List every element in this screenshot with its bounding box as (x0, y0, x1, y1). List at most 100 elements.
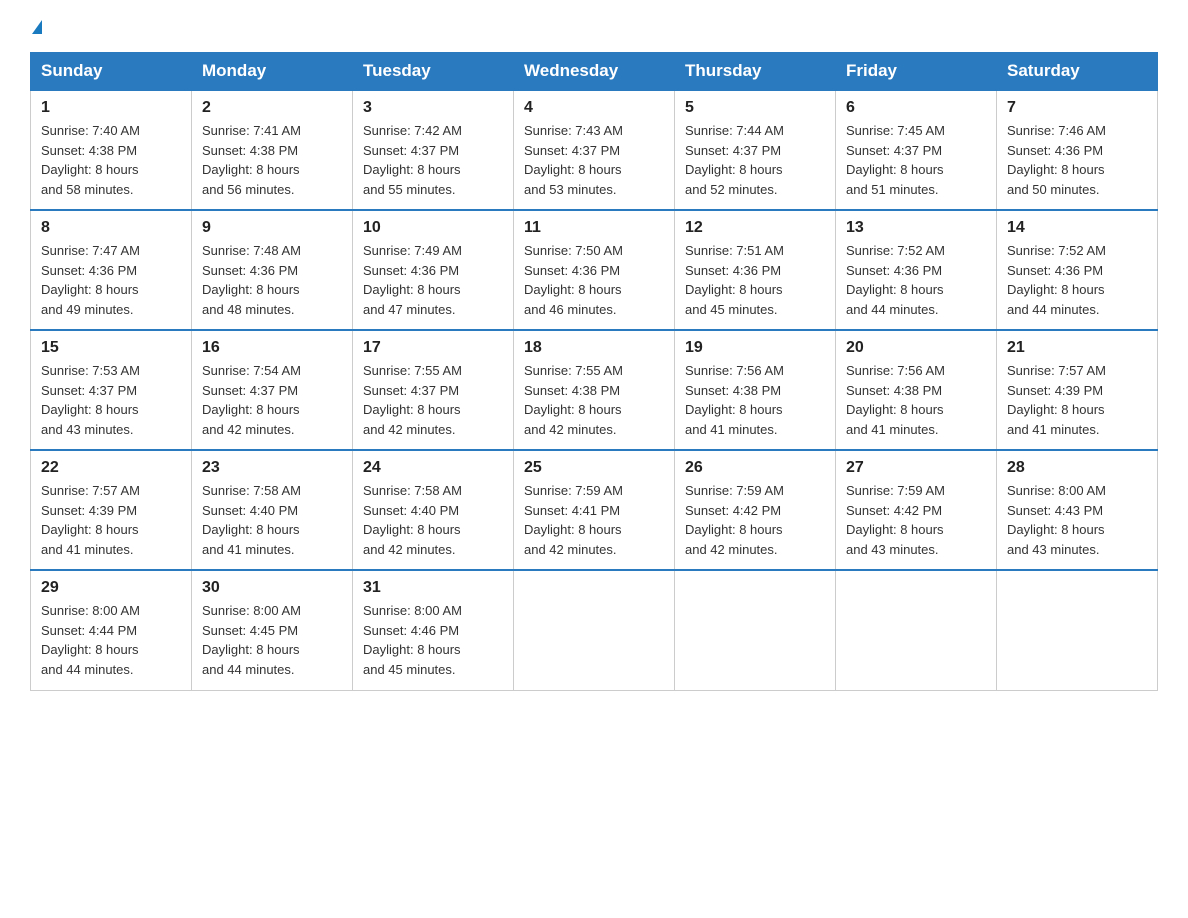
calendar-cell: 31 Sunrise: 8:00 AMSunset: 4:46 PMDayligh… (353, 570, 514, 690)
calendar-cell: 29 Sunrise: 8:00 AMSunset: 4:44 PMDayligh… (31, 570, 192, 690)
calendar-cell: 4 Sunrise: 7:43 AMSunset: 4:37 PMDaylight… (514, 90, 675, 210)
calendar-cell: 19Sunrise: 7:56 AMSunset: 4:38 PMDayligh… (675, 330, 836, 450)
day-info: Sunrise: 7:46 AMSunset: 4:36 PMDaylight:… (1007, 121, 1147, 199)
day-info: Sunrise: 7:58 AMSunset: 4:40 PMDaylight:… (202, 481, 342, 559)
day-number: 27 (846, 459, 986, 477)
day-number: 5 (685, 99, 825, 117)
day-info: Sunrise: 7:59 AMSunset: 4:41 PMDaylight:… (524, 481, 664, 559)
day-info: Sunrise: 7:44 AMSunset: 4:37 PMDaylight:… (685, 121, 825, 199)
day-info: Sunrise: 7:55 AMSunset: 4:37 PMDaylight:… (363, 361, 503, 439)
day-number: 12 (685, 219, 825, 237)
day-number: 26 (685, 459, 825, 477)
week-row-4: 22 Sunrise: 7:57 AMSunset: 4:39 PMDayligh… (31, 450, 1158, 570)
calendar-cell: 22 Sunrise: 7:57 AMSunset: 4:39 PMDayligh… (31, 450, 192, 570)
day-number: 8 (41, 219, 181, 237)
day-number: 16 (202, 339, 342, 357)
day-info: Sunrise: 7:41 AMSunset: 4:38 PMDaylight:… (202, 121, 342, 199)
day-number: 22 (41, 459, 181, 477)
day-header-saturday: Saturday (997, 53, 1158, 91)
day-header-friday: Friday (836, 53, 997, 91)
day-header-wednesday: Wednesday (514, 53, 675, 91)
calendar-cell (675, 570, 836, 690)
day-info: Sunrise: 8:00 AMSunset: 4:46 PMDaylight:… (363, 601, 503, 679)
day-info: Sunrise: 7:45 AMSunset: 4:37 PMDaylight:… (846, 121, 986, 199)
calendar-cell: 17 Sunrise: 7:55 AMSunset: 4:37 PMDayligh… (353, 330, 514, 450)
calendar-cell (836, 570, 997, 690)
day-number: 17 (363, 339, 503, 357)
day-number: 7 (1007, 99, 1147, 117)
day-info: Sunrise: 8:00 AMSunset: 4:44 PMDaylight:… (41, 601, 181, 679)
day-number: 31 (363, 579, 503, 597)
day-number: 4 (524, 99, 664, 117)
day-header-thursday: Thursday (675, 53, 836, 91)
calendar-cell: 11Sunrise: 7:50 AMSunset: 4:36 PMDayligh… (514, 210, 675, 330)
calendar-cell: 6 Sunrise: 7:45 AMSunset: 4:37 PMDaylight… (836, 90, 997, 210)
day-info: Sunrise: 7:59 AMSunset: 4:42 PMDaylight:… (685, 481, 825, 559)
calendar-cell (997, 570, 1158, 690)
calendar-cell: 13 Sunrise: 7:52 AMSunset: 4:36 PMDayligh… (836, 210, 997, 330)
day-number: 25 (524, 459, 664, 477)
day-info: Sunrise: 7:57 AMSunset: 4:39 PMDaylight:… (41, 481, 181, 559)
calendar-cell: 25 Sunrise: 7:59 AMSunset: 4:41 PMDayligh… (514, 450, 675, 570)
day-number: 2 (202, 99, 342, 117)
calendar-cell: 1Sunrise: 7:40 AMSunset: 4:38 PMDaylight… (31, 90, 192, 210)
day-number: 14 (1007, 219, 1147, 237)
calendar-cell: 7 Sunrise: 7:46 AMSunset: 4:36 PMDaylight… (997, 90, 1158, 210)
calendar-cell: 3Sunrise: 7:42 AMSunset: 4:37 PMDaylight… (353, 90, 514, 210)
day-info: Sunrise: 7:52 AMSunset: 4:36 PMDaylight:… (1007, 241, 1147, 319)
calendar-cell: 23 Sunrise: 7:58 AMSunset: 4:40 PMDayligh… (192, 450, 353, 570)
calendar-cell: 28 Sunrise: 8:00 AMSunset: 4:43 PMDayligh… (997, 450, 1158, 570)
calendar-cell: 20 Sunrise: 7:56 AMSunset: 4:38 PMDayligh… (836, 330, 997, 450)
day-info: Sunrise: 7:58 AMSunset: 4:40 PMDaylight:… (363, 481, 503, 559)
day-number: 23 (202, 459, 342, 477)
week-row-2: 8Sunrise: 7:47 AMSunset: 4:36 PMDaylight… (31, 210, 1158, 330)
day-number: 20 (846, 339, 986, 357)
calendar-cell: 10Sunrise: 7:49 AMSunset: 4:36 PMDayligh… (353, 210, 514, 330)
day-number: 28 (1007, 459, 1147, 477)
day-number: 3 (363, 99, 503, 117)
day-number: 30 (202, 579, 342, 597)
day-info: Sunrise: 7:48 AMSunset: 4:36 PMDaylight:… (202, 241, 342, 319)
calendar-cell: 26 Sunrise: 7:59 AMSunset: 4:42 PMDayligh… (675, 450, 836, 570)
day-number: 6 (846, 99, 986, 117)
calendar-cell: 27 Sunrise: 7:59 AMSunset: 4:42 PMDayligh… (836, 450, 997, 570)
day-info: Sunrise: 7:56 AMSunset: 4:38 PMDaylight:… (846, 361, 986, 439)
day-info: Sunrise: 8:00 AMSunset: 4:43 PMDaylight:… (1007, 481, 1147, 559)
calendar-cell: 18 Sunrise: 7:55 AMSunset: 4:38 PMDayligh… (514, 330, 675, 450)
day-info: Sunrise: 7:55 AMSunset: 4:38 PMDaylight:… (524, 361, 664, 439)
day-number: 10 (363, 219, 503, 237)
day-number: 29 (41, 579, 181, 597)
day-number: 11 (524, 219, 664, 237)
logo-triangle-icon (32, 20, 42, 34)
day-number: 21 (1007, 339, 1147, 357)
calendar-table: SundayMondayTuesdayWednesdayThursdayFrid… (30, 52, 1158, 691)
day-info: Sunrise: 7:51 AMSunset: 4:36 PMDaylight:… (685, 241, 825, 319)
day-info: Sunrise: 7:57 AMSunset: 4:39 PMDaylight:… (1007, 361, 1147, 439)
calendar-cell: 24 Sunrise: 7:58 AMSunset: 4:40 PMDayligh… (353, 450, 514, 570)
day-info: Sunrise: 7:53 AMSunset: 4:37 PMDaylight:… (41, 361, 181, 439)
day-number: 9 (202, 219, 342, 237)
week-row-1: 1Sunrise: 7:40 AMSunset: 4:38 PMDaylight… (31, 90, 1158, 210)
calendar-cell: 21 Sunrise: 7:57 AMSunset: 4:39 PMDayligh… (997, 330, 1158, 450)
calendar-cell (514, 570, 675, 690)
day-number: 24 (363, 459, 503, 477)
week-row-5: 29 Sunrise: 8:00 AMSunset: 4:44 PMDayligh… (31, 570, 1158, 690)
day-info: Sunrise: 8:00 AMSunset: 4:45 PMDaylight:… (202, 601, 342, 679)
day-header-tuesday: Tuesday (353, 53, 514, 91)
day-number: 18 (524, 339, 664, 357)
day-number: 13 (846, 219, 986, 237)
day-header-sunday: Sunday (31, 53, 192, 91)
day-info: Sunrise: 7:43 AMSunset: 4:37 PMDaylight:… (524, 121, 664, 199)
day-info: Sunrise: 7:40 AMSunset: 4:38 PMDaylight:… (41, 121, 181, 199)
calendar-cell: 15 Sunrise: 7:53 AMSunset: 4:37 PMDayligh… (31, 330, 192, 450)
day-info: Sunrise: 7:52 AMSunset: 4:36 PMDaylight:… (846, 241, 986, 319)
day-info: Sunrise: 7:59 AMSunset: 4:42 PMDaylight:… (846, 481, 986, 559)
calendar-cell: 16 Sunrise: 7:54 AMSunset: 4:37 PMDayligh… (192, 330, 353, 450)
calendar-cell: 2 Sunrise: 7:41 AMSunset: 4:38 PMDaylight… (192, 90, 353, 210)
day-number: 19 (685, 339, 825, 357)
calendar-cell: 5 Sunrise: 7:44 AMSunset: 4:37 PMDaylight… (675, 90, 836, 210)
day-header-monday: Monday (192, 53, 353, 91)
day-number: 15 (41, 339, 181, 357)
day-info: Sunrise: 7:54 AMSunset: 4:37 PMDaylight:… (202, 361, 342, 439)
page-header (30, 20, 1158, 34)
